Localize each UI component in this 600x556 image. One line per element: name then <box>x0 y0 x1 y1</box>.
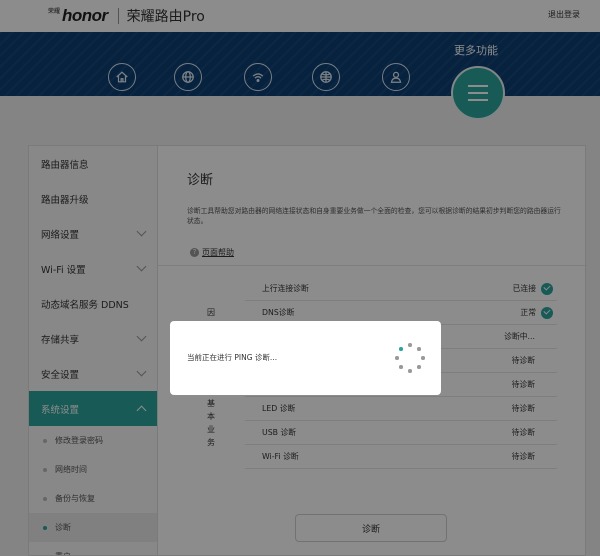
loading-spinner-icon <box>395 343 425 373</box>
modal-overlay <box>0 0 600 556</box>
progress-dialog: 当前正在进行 PING 诊断... <box>170 321 441 395</box>
progress-message: 当前正在进行 PING 诊断... <box>187 353 278 362</box>
